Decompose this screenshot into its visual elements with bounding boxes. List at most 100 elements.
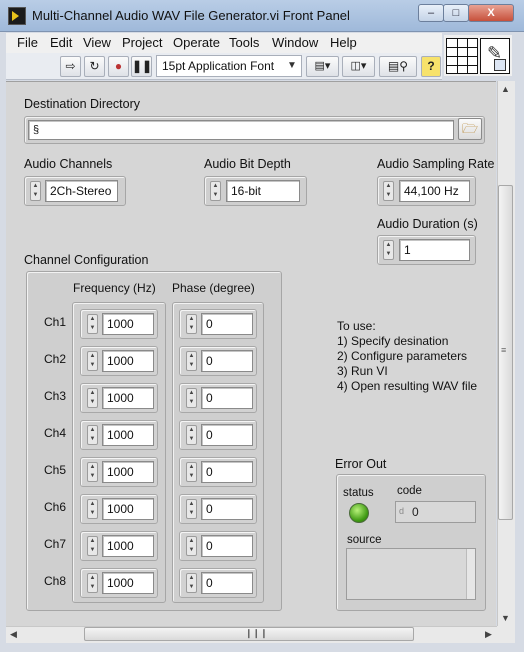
frequency-field[interactable]: 1000 xyxy=(102,535,154,557)
frequency-stepper[interactable]: ▲ ▼ xyxy=(87,536,98,556)
instruction-step: 3) Run VI xyxy=(337,364,388,378)
frequency-stepper[interactable]: ▲ ▼ xyxy=(87,573,98,593)
grip-icon: ❙❙❙ xyxy=(245,628,268,638)
menu-edit[interactable]: Edit xyxy=(50,35,72,50)
frequency-field[interactable]: 1000 xyxy=(102,424,154,446)
source-label: source xyxy=(347,534,382,546)
instruction-step: 2) Configure parameters xyxy=(337,349,468,363)
phase-stepper[interactable]: ▲ ▼ xyxy=(186,536,197,556)
phase-stepper[interactable]: ▲ ▼ xyxy=(186,573,197,593)
phase-field[interactable]: 0 xyxy=(201,424,253,446)
sampling-rate-stepper[interactable]: ▲ ▼ xyxy=(383,181,394,201)
scroll-left-arrow-icon[interactable]: ◀ xyxy=(10,629,17,640)
phase-field[interactable]: 0 xyxy=(201,461,253,483)
audio-channels-stepper[interactable]: ▲ ▼ xyxy=(30,181,41,201)
scroll-down-arrow-icon[interactable]: ▼ xyxy=(501,613,510,623)
scroll-up-arrow-icon[interactable]: ▲ xyxy=(501,84,510,94)
minimize-button[interactable]: – xyxy=(418,4,444,22)
channel-label: Ch3 xyxy=(44,389,67,403)
phase-stepper[interactable]: ▲ ▼ xyxy=(186,425,197,445)
code-label: code xyxy=(397,485,422,497)
destination-label: Destination Directory xyxy=(24,97,141,111)
font-select[interactable]: 15pt Application Font xyxy=(156,55,302,77)
phase-field[interactable]: 0 xyxy=(201,535,253,557)
phase-stepper[interactable]: ▲ ▼ xyxy=(186,388,197,408)
phase-field[interactable]: 0 xyxy=(201,498,253,520)
frequency-field[interactable]: 1000 xyxy=(102,387,154,409)
channel-label: Ch5 xyxy=(44,463,67,477)
status-label: status xyxy=(343,487,374,499)
instruction-step: 4) Open resulting WAV file xyxy=(337,379,478,393)
connector-pane-icon[interactable] xyxy=(446,38,478,74)
run-arrow-icon[interactable]: ⇨ xyxy=(60,56,81,77)
channel-label: Ch2 xyxy=(44,352,67,366)
phase-header: Phase (degree) xyxy=(172,281,255,295)
channel-label: Ch8 xyxy=(44,574,67,588)
bit-depth-field[interactable]: 16-bit xyxy=(226,180,300,202)
phase-field[interactable]: 0 xyxy=(201,313,253,335)
source-scrollbar[interactable] xyxy=(466,549,475,599)
frequency-field[interactable]: 1000 xyxy=(102,572,154,594)
menu-project[interactable]: Project xyxy=(122,35,162,50)
phase-stepper[interactable]: ▲ ▼ xyxy=(186,499,197,519)
frequency-stepper[interactable]: ▲ ▼ xyxy=(87,314,98,334)
frequency-field[interactable]: 1000 xyxy=(102,350,154,372)
run-continuously-icon[interactable]: ↻ xyxy=(84,56,105,77)
duration-stepper[interactable]: ▲ ▼ xyxy=(383,240,394,260)
phase-field[interactable]: 0 xyxy=(201,572,253,594)
resize-grip-icon[interactable] xyxy=(497,626,515,643)
align-icon[interactable]: ▤▾ xyxy=(306,56,339,77)
duration-field[interactable]: 1 xyxy=(399,239,470,261)
code-field: 0 xyxy=(395,501,476,523)
close-button[interactable]: X xyxy=(468,4,514,22)
bit-depth-label: Audio Bit Depth xyxy=(204,157,291,171)
sampling-rate-label: Audio Sampling Rate xyxy=(377,157,495,171)
abort-icon[interactable]: ● xyxy=(108,56,129,77)
phase-stepper[interactable]: ▲ ▼ xyxy=(186,462,197,482)
instructions-heading: To use: xyxy=(337,319,376,333)
frequency-field[interactable]: 1000 xyxy=(102,313,154,335)
duration-label: Audio Duration (s) xyxy=(377,217,478,231)
frequency-stepper[interactable]: ▲ ▼ xyxy=(87,462,98,482)
destination-path-field[interactable]: § xyxy=(28,120,454,140)
instruction-step: 1) Specify desination xyxy=(337,334,449,348)
grip-icon: ≡ xyxy=(501,345,507,355)
chevron-down-icon[interactable]: ▼ xyxy=(283,56,301,76)
menu-view[interactable]: View xyxy=(83,35,111,50)
source-field xyxy=(346,548,476,600)
frequency-stepper[interactable]: ▲ ▼ xyxy=(87,499,98,519)
frequency-header: Frequency (Hz) xyxy=(73,281,156,295)
pause-icon[interactable]: ❚❚ xyxy=(131,56,152,77)
frequency-field[interactable]: 1000 xyxy=(102,498,154,520)
menu-tools[interactable]: Tools xyxy=(229,35,259,50)
menu-help[interactable]: Help xyxy=(330,35,357,50)
frequency-stepper[interactable]: ▲ ▼ xyxy=(87,425,98,445)
phase-field[interactable]: 0 xyxy=(201,350,253,372)
frequency-stepper[interactable]: ▲ ▼ xyxy=(87,351,98,371)
frequency-stepper[interactable]: ▲ ▼ xyxy=(87,388,98,408)
phase-field[interactable]: 0 xyxy=(201,387,253,409)
phase-stepper[interactable]: ▲ ▼ xyxy=(186,351,197,371)
frequency-field[interactable]: 1000 xyxy=(102,461,154,483)
sampling-rate-field[interactable]: 44,100 Hz xyxy=(399,180,470,202)
menu-operate[interactable]: Operate xyxy=(173,35,220,50)
bit-depth-stepper[interactable]: ▲ ▼ xyxy=(210,181,221,201)
maximize-button[interactable]: □ xyxy=(443,4,469,22)
folder-open-icon[interactable]: 🗁 xyxy=(458,118,482,140)
search-icon[interactable]: ▤⚲ xyxy=(379,56,417,77)
window-title: Multi-Channel Audio WAV File Generator.v… xyxy=(32,8,350,23)
phase-stepper[interactable]: ▲ ▼ xyxy=(186,314,197,334)
status-led xyxy=(349,503,369,523)
channel-label: Ch1 xyxy=(44,315,67,329)
channel-label: Ch7 xyxy=(44,537,67,551)
menu-window[interactable]: Window xyxy=(272,35,318,50)
distribute-icon[interactable]: ◫▾ xyxy=(342,56,375,77)
path-glyph: § xyxy=(33,124,40,136)
audio-channels-field[interactable]: 2Ch-Stereo xyxy=(45,180,118,202)
vi-icon[interactable]: ✎ xyxy=(480,38,510,74)
code-radix: d xyxy=(399,506,405,516)
scroll-right-arrow-icon[interactable]: ▶ xyxy=(485,629,492,640)
help-icon[interactable]: ? xyxy=(421,56,441,77)
channel-config-label: Channel Configuration xyxy=(24,253,149,267)
menu-file[interactable]: File xyxy=(17,35,38,50)
